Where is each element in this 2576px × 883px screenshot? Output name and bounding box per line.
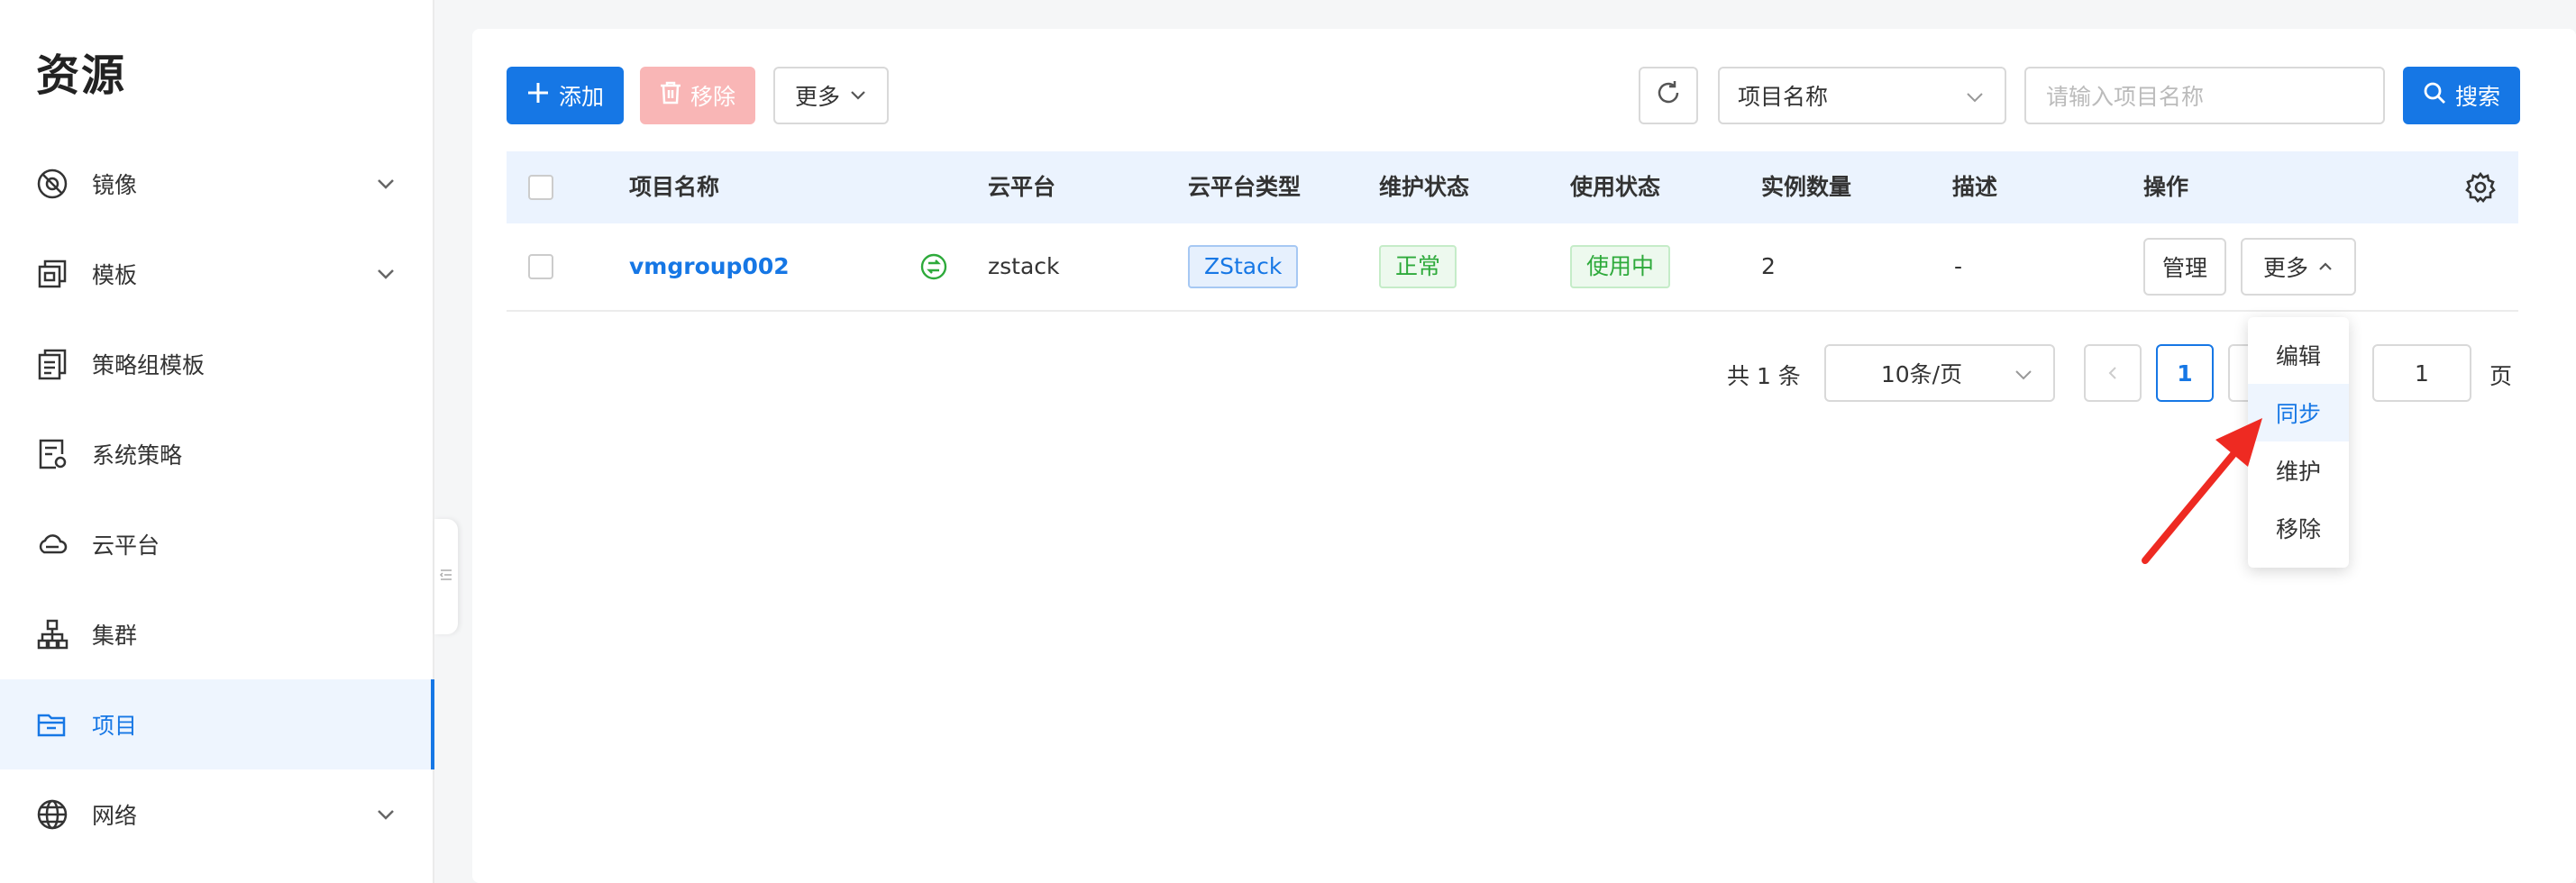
page-button-current[interactable]: 1 [2156,344,2214,402]
sidebar-item-label: 模板 [92,262,138,288]
search-icon [2423,81,2446,110]
image-disc-icon [34,166,70,202]
sidebar-item-policy-group-template[interactable]: 策略组模板 [0,319,433,409]
sidebar-item-image[interactable]: 镜像 [0,139,433,229]
remove-button-label: 移除 [690,84,735,110]
chevron-down-icon [849,83,867,109]
platform-type-tag: ZStack [1188,245,1299,288]
filter-field-value: 项目名称 [1738,84,1829,110]
sidebar-collapse-handle[interactable] [434,519,458,634]
sidebar-item-template[interactable]: 模板 [0,229,433,319]
column-header-usage-status: 使用状态 [1570,174,1661,200]
more-button-label: 更多 [794,84,840,110]
sidebar-item-cluster[interactable]: 集群 [0,589,433,679]
platform-cell: zstack [988,253,1060,279]
sidebar-item-project[interactable]: 项目 [0,679,434,769]
select-all-checkbox[interactable] [528,175,553,200]
table-row: vmgroup002 zstack ZStack 正常 使用中 2 - 管理 更… [507,223,2518,312]
sidebar-item-label: 策略组模板 [92,352,206,378]
trash-icon [660,81,681,110]
sidebar-item-label: 云平台 [92,533,160,559]
add-button[interactable]: 添加 [507,67,624,124]
sidebar-item-cloud-platform[interactable]: 云平台 [0,499,433,589]
menu-item-edit[interactable]: 编辑 [2248,326,2349,384]
goto-suffix: 页 [2489,363,2513,389]
column-header-maintenance-status: 维护状态 [1379,174,1470,200]
manage-button[interactable]: 管理 [2143,238,2226,296]
plus-icon [526,81,550,110]
page-size-select[interactable]: 10条/页 [1824,344,2055,402]
column-settings-gear-icon[interactable] [2464,171,2497,207]
description-cell: - [1954,253,1963,279]
row-more-button[interactable]: 更多 [2241,238,2356,296]
annotation-arrow-icon [2142,418,2262,564]
sync-status-icon [919,252,948,285]
prev-page-button[interactable] [2084,344,2142,402]
sidebar-item-label: 镜像 [92,172,138,198]
chevron-down-icon [375,263,397,285]
filter-field-select[interactable]: 项目名称 [1718,67,2006,124]
column-header-actions: 操作 [2143,174,2189,200]
goto-page-input[interactable]: 1 [2372,344,2471,402]
refresh-icon [1655,79,1682,112]
sidebar-item-label: 系统策略 [92,442,183,469]
folder-icon [34,706,70,742]
collapse-icon [439,568,453,586]
maintenance-status-badge: 正常 [1379,245,1457,288]
search-input[interactable]: 请输入项目名称 [2024,67,2385,124]
search-button[interactable]: 搜索 [2403,67,2520,124]
column-header-description: 描述 [1952,174,1998,200]
chevron-up-icon [2317,254,2334,280]
column-header-instance-count: 实例数量 [1761,174,1852,200]
sidebar-item-network[interactable]: 网络 [0,769,433,860]
more-button[interactable]: 更多 [773,67,889,124]
system-policy-icon [34,436,70,472]
template-icon [34,256,70,292]
chevron-left-icon [2105,360,2121,387]
cluster-icon [34,616,70,652]
cloud-icon [34,526,70,562]
usage-status-badge: 使用中 [1570,245,1671,288]
chevron-down-icon [375,173,397,195]
sidebar-title: 资源 [36,50,127,101]
remove-button[interactable]: 移除 [640,67,755,124]
add-button-label: 添加 [558,84,604,110]
row-checkbox[interactable] [528,254,553,279]
row-more-button-label: 更多 [2262,255,2308,281]
sidebar: 资源 镜像 模板 策略组模板 系统策略 云平台 集群 项目 网络 [0,0,434,883]
column-header-name: 项目名称 [629,174,720,200]
page-size-value: 10条/页 [1880,361,1963,387]
manage-button-label: 管理 [2161,255,2207,281]
globe-icon [34,797,70,833]
chevron-down-icon [1965,86,1985,106]
sidebar-item-system-policy[interactable]: 系统策略 [0,409,433,499]
column-header-platform: 云平台 [988,174,1056,200]
sidebar-item-label: 网络 [92,803,138,829]
instance-count-cell: 2 [1761,253,1776,279]
project-name-link[interactable]: vmgroup002 [629,223,790,310]
chevron-down-icon [375,804,397,825]
total-count: 共 1 条 [1727,363,1801,389]
column-header-platform-type: 云平台类型 [1188,174,1302,200]
search-button-label: 搜索 [2454,84,2500,110]
policy-group-template-icon [34,346,70,382]
sidebar-item-label: 集群 [92,623,138,649]
refresh-button[interactable] [1639,67,1698,124]
table-header: 项目名称 云平台 云平台类型 维护状态 使用状态 实例数量 描述 操作 [507,151,2518,223]
sidebar-item-label: 项目 [92,713,138,739]
chevron-down-icon [2014,364,2033,384]
